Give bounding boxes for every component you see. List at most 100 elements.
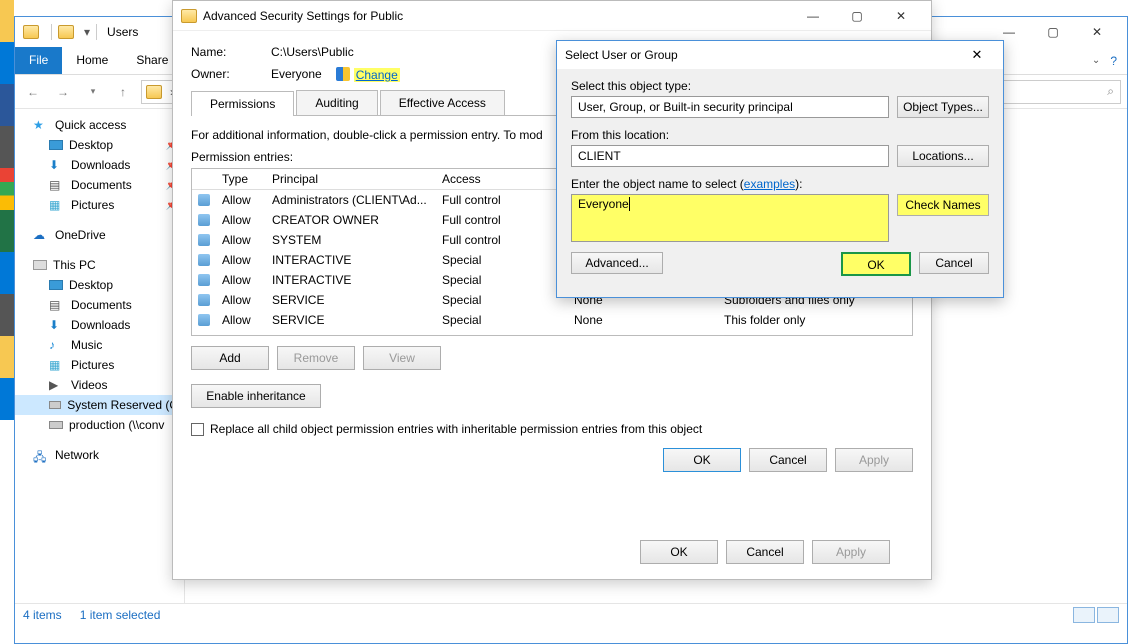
cancel-button[interactable]: Cancel [919,252,989,274]
sidebar-pc-videos[interactable]: ▶Videos [15,375,184,395]
label-text: Enter the object name to select ( [571,177,744,191]
cell-access: Special [436,330,568,334]
disk-icon [49,401,61,409]
help-icon[interactable]: ? [1110,54,1117,68]
sidebar-pc-pictures[interactable]: ▦Pictures [15,355,184,375]
status-items: 4 items [23,608,62,622]
ribbon-home[interactable]: Home [62,47,122,74]
cell-principal: INTERACTIVE [266,270,436,290]
view-button[interactable]: View [363,346,441,370]
taskbar-app-8[interactable] [0,294,14,336]
ok-button[interactable]: OK [841,252,911,276]
name-value: C:\Users\Public [271,45,354,59]
cell-type: Allow [216,270,266,290]
object-name-input[interactable]: Everyone [571,194,889,242]
taskbar-app-1[interactable] [0,0,14,42]
col-principal[interactable]: Principal [266,169,436,189]
view-details-button[interactable] [1073,607,1095,623]
taskbar-app-3[interactable] [0,84,14,126]
taskbar-app-5[interactable] [0,168,14,210]
sidebar-pc-system-reserved[interactable]: System Reserved (C [15,395,184,415]
add-button[interactable]: Add [191,346,269,370]
tab-permissions[interactable]: Permissions [191,91,294,116]
tab-auditing[interactable]: Auditing [296,90,377,115]
cell-applies: Subfolders and files only [718,330,912,334]
table-row[interactable]: AllowBATCHSpecialNoneSubfolders and file… [192,330,912,334]
sidebar-pc-desktop[interactable]: Desktop [15,275,184,295]
cell-type: Allow [216,210,266,230]
outer-apply-button[interactable]: Apply [812,540,890,564]
cell-principal: SYSTEM [266,230,436,250]
cell-principal: SERVICE [266,310,436,330]
close-button[interactable]: ✕ [879,2,923,30]
sidebar-item-desktop[interactable]: Desktop📌 [15,135,184,155]
ribbon-expand-icon[interactable]: ⌄ [1092,55,1100,66]
document-icon: ▤ [49,178,65,192]
cell-type: Allow [216,330,266,334]
sidebar-this-pc[interactable]: This PC [15,255,184,275]
back-button[interactable]: ← [21,80,45,104]
cancel-button[interactable]: Cancel [749,448,827,472]
col-type[interactable]: Type [216,169,266,189]
cell-access: Special [436,290,568,310]
object-types-button[interactable]: Object Types... [897,96,989,118]
taskbar-app-7[interactable] [0,252,14,294]
user-icon [198,254,210,266]
sidebar-item-documents[interactable]: ▤Documents📌 [15,175,184,195]
enable-inheritance-button[interactable]: Enable inheritance [191,384,321,408]
replace-checkbox[interactable] [191,423,204,436]
outer-cancel-button[interactable]: Cancel [726,540,804,564]
maximize-button[interactable]: ▢ [1031,18,1075,46]
tab-effective-access[interactable]: Effective Access [380,90,505,115]
sidebar-network[interactable]: 🖧Network [15,445,184,465]
sidebar-pc-music[interactable]: ♪Music [15,335,184,355]
taskbar-app-9[interactable] [0,336,14,378]
cell-principal: Administrators (CLIENT\Ad... [266,190,436,210]
change-owner-link[interactable]: Change [354,68,400,82]
sidebar-pc-production[interactable]: production (\\conv [15,415,184,435]
maximize-button[interactable]: ▢ [835,2,879,30]
sidebar-label: Quick access [55,118,126,132]
cell-applies: This folder only [718,310,912,330]
check-names-button[interactable]: Check Names [897,194,989,216]
advanced-button[interactable]: Advanced... [571,252,663,274]
sidebar-item-downloads[interactable]: ⬇Downloads📌 [15,155,184,175]
view-large-button[interactable] [1097,607,1119,623]
table-row[interactable]: AllowSERVICESpecialNoneThis folder only [192,310,912,330]
sidebar-quick-access[interactable]: ★ Quick access [15,115,184,135]
shield-icon [336,67,350,81]
ok-button[interactable]: OK [663,448,741,472]
sidebar-pc-downloads[interactable]: ⬇Downloads [15,315,184,335]
outer-ok-button[interactable]: OK [640,540,718,564]
apply-button[interactable]: Apply [835,448,913,472]
user-icon [198,314,210,326]
taskbar-app-6[interactable] [0,210,14,252]
forward-button[interactable]: → [51,80,75,104]
up-button[interactable]: ↑ [111,80,135,104]
object-type-field[interactable]: User, Group, or Built-in security princi… [571,96,889,118]
ribbon-file[interactable]: File [15,47,62,74]
sidebar-label: System Reserved (C [67,398,178,412]
sidebar-pc-documents[interactable]: ▤Documents [15,295,184,315]
minimize-button[interactable]: — [791,2,835,30]
locations-button[interactable]: Locations... [897,145,989,167]
examples-link[interactable]: examples [744,177,795,191]
location-field[interactable]: CLIENT [571,145,889,167]
taskbar-app-2[interactable] [0,42,14,84]
remove-button[interactable]: Remove [277,346,355,370]
col-access[interactable]: Access [436,169,568,189]
recent-button[interactable]: ▾ [81,80,105,104]
label-text: ): [795,177,802,191]
owner-value: Everyone [271,67,322,82]
close-button[interactable]: ✕ [959,42,995,68]
sidebar-label: Pictures [71,358,114,372]
sidebar-onedrive[interactable]: ☁OneDrive [15,225,184,245]
taskbar-app-4[interactable] [0,126,14,168]
user-icon [198,274,210,286]
sidebar-item-pictures[interactable]: ▦Pictures📌 [15,195,184,215]
cell-principal: CREATOR OWNER [266,210,436,230]
folder-icon [23,25,39,39]
taskbar-app-10[interactable] [0,378,14,420]
close-button[interactable]: ✕ [1075,18,1119,46]
cloud-icon: ☁ [33,228,49,242]
